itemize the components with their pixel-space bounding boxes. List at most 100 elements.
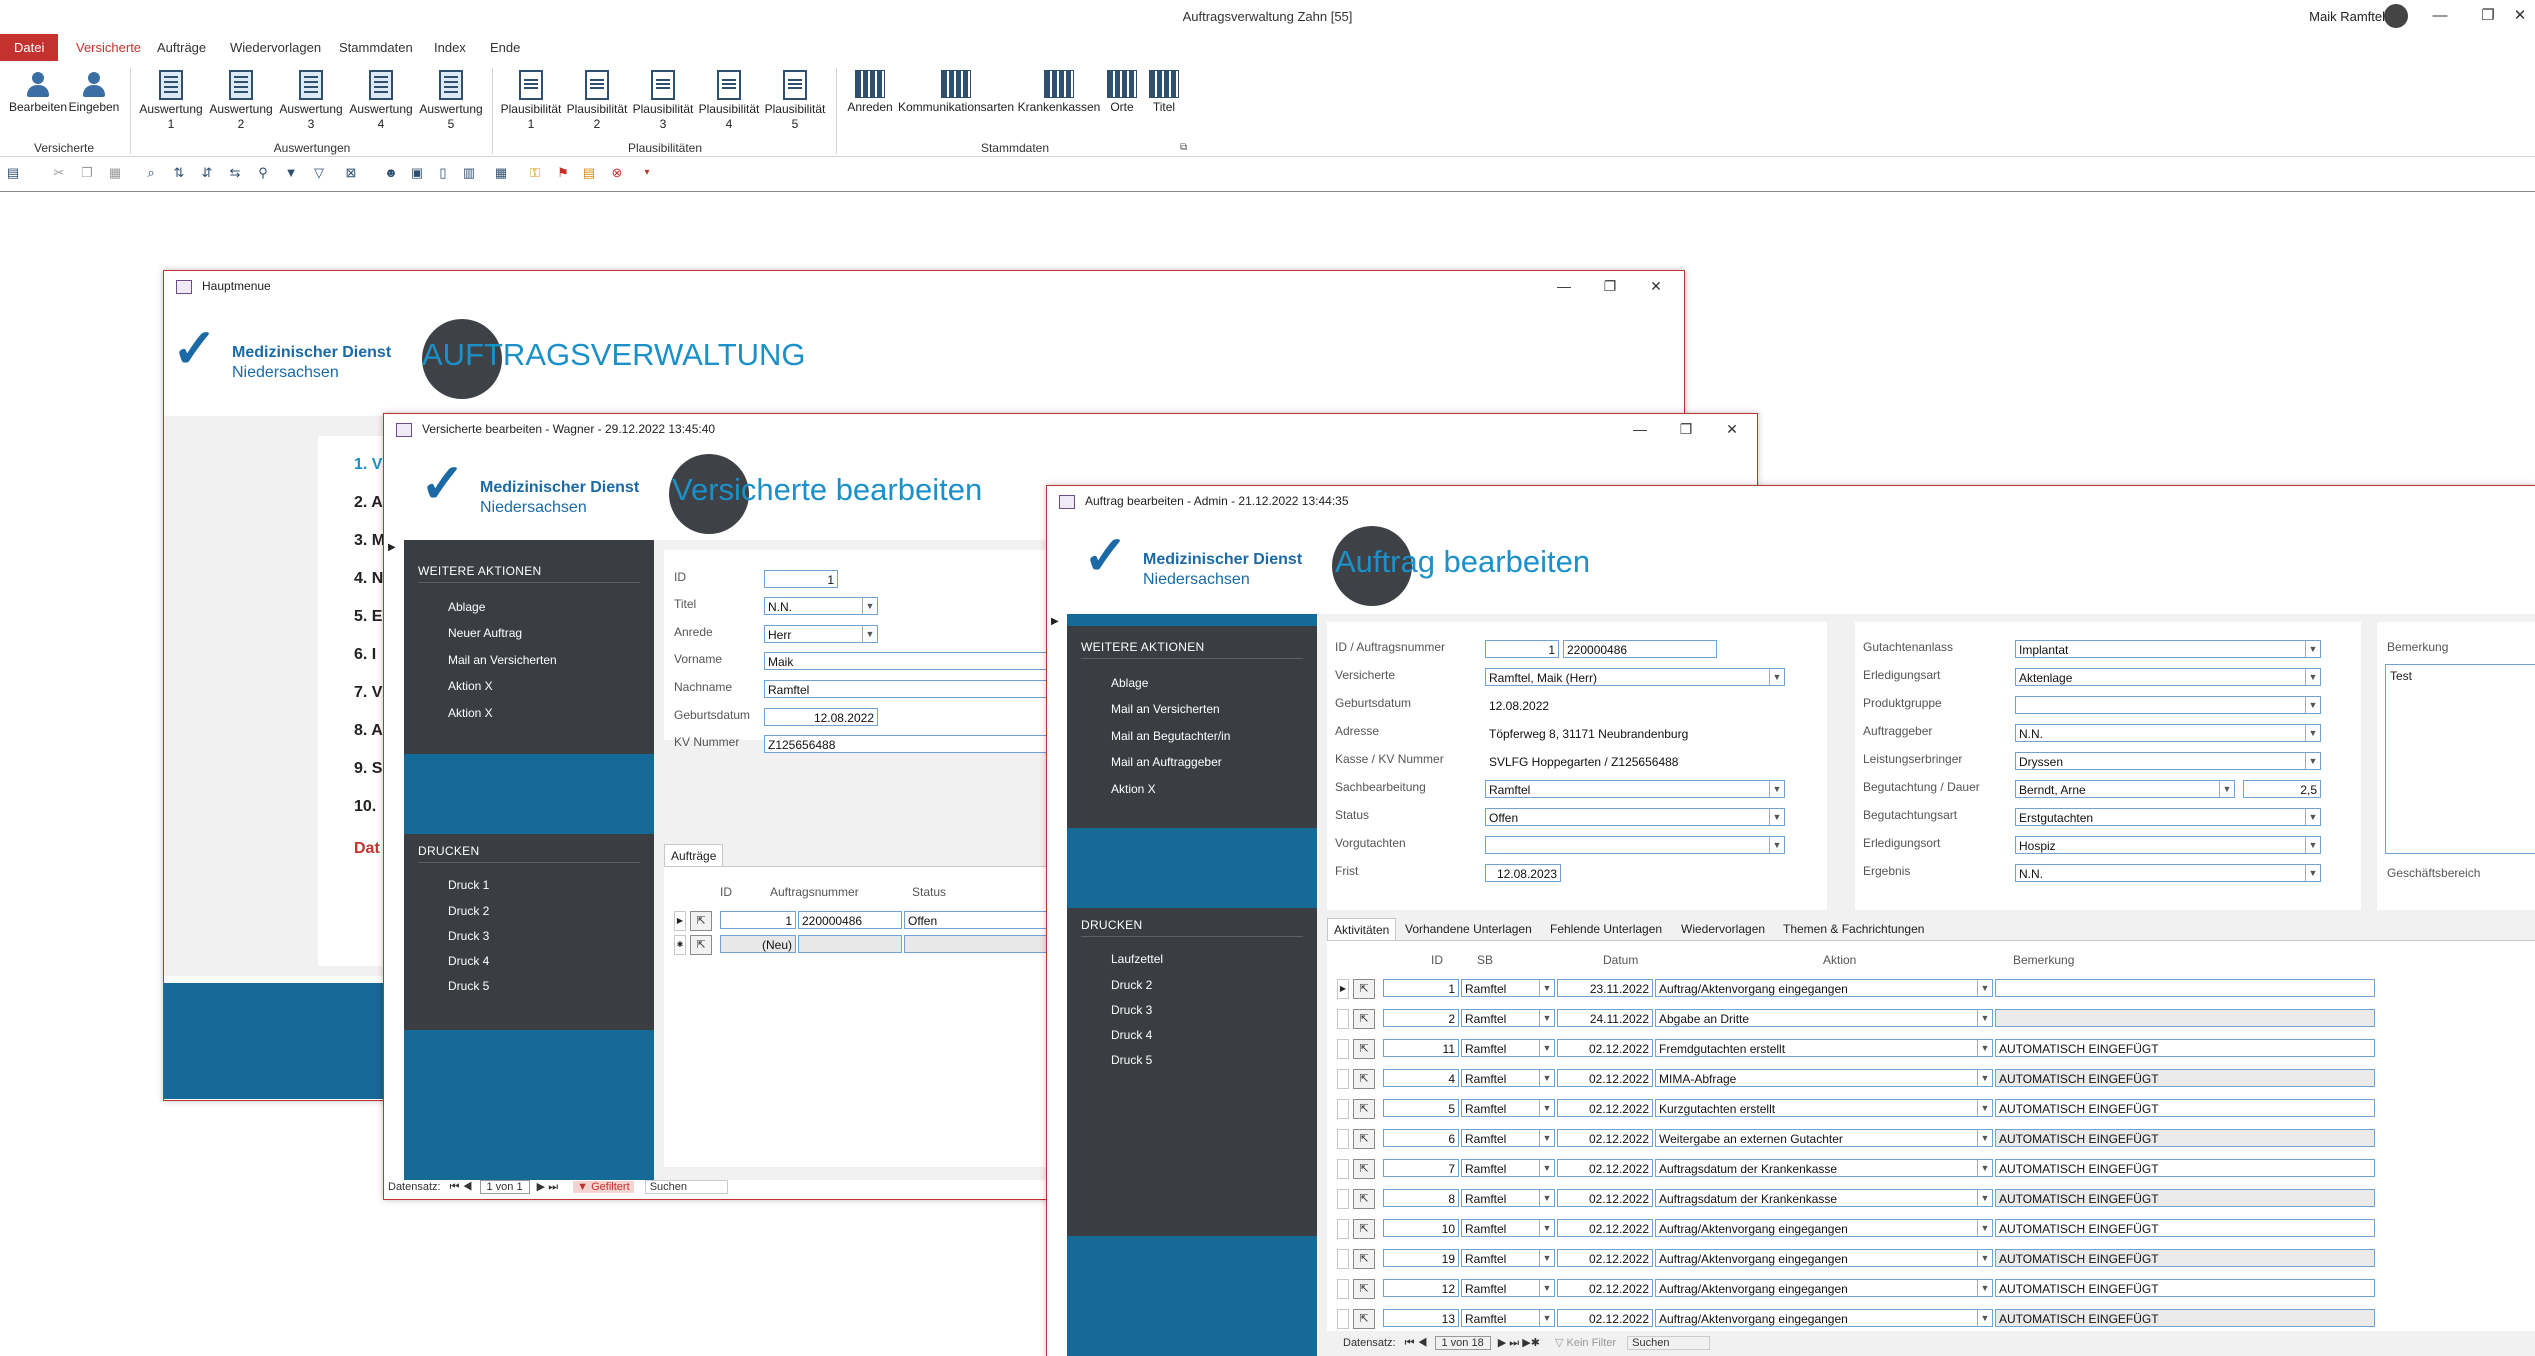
row-bemerkung[interactable]: AUTOMATISCH EINGEFÜGT (1995, 1309, 2375, 1327)
menu-item-3[interactable]: 3. M (354, 532, 385, 550)
chevron-down-icon[interactable]: ▼ (1539, 1310, 1554, 1326)
grid-icon[interactable]: ▦ (494, 166, 508, 180)
row-bemerkung[interactable]: AUTOMATISCH EINGEFÜGT (1995, 1039, 2375, 1057)
chevron-down-icon[interactable]: ▼ (862, 598, 877, 614)
row-aktion[interactable]: MIMA-Abfrage ▼ (1655, 1069, 1993, 1087)
users-small-icon[interactable]: ☻ (384, 166, 398, 180)
row-selector[interactable] (1337, 1189, 1349, 1209)
menu-item-1[interactable]: 1. V (354, 456, 382, 474)
report-small-icon[interactable]: ▤ (582, 166, 596, 180)
auswertung-3-button[interactable]: Auswertung 3 (276, 70, 346, 132)
chevron-down-icon[interactable]: ▼ (2305, 669, 2320, 685)
menu-item-9[interactable]: 9. S (354, 760, 382, 778)
filter-selection-icon[interactable]: ⚲ (256, 166, 270, 180)
row-id[interactable]: 4 (1383, 1069, 1459, 1087)
record-position[interactable]: 1 von 18 (1434, 1336, 1491, 1350)
chevron-down-icon[interactable]: ▼ (1977, 1010, 1992, 1026)
row-sb[interactable]: Ramftel ▼ (1461, 979, 1555, 997)
chevron-down-icon[interactable]: ▼ (1539, 980, 1554, 996)
sidebar-item-aktion-x[interactable]: Aktion X (1111, 782, 1156, 796)
plausi-4-button[interactable]: Plausibilität 4 (696, 70, 762, 132)
filter-status[interactable]: ▽ Kein Filter (1555, 1337, 1616, 1349)
tab-datei[interactable]: Datei (0, 34, 59, 61)
leistungserbringer-select[interactable]: Dryssen ▼ (2015, 752, 2321, 770)
row-datum[interactable]: 02.12.2022 (1557, 1189, 1653, 1207)
row-sb[interactable]: Ramftel ▼ (1461, 1219, 1555, 1237)
chevron-down-icon[interactable]: ▼ (1977, 1250, 1992, 1266)
open-record-icon[interactable]: ⇱ (1353, 1309, 1375, 1329)
row-aktion[interactable]: Auftrag/Aktenvorgang eingegangen ▼ (1655, 979, 1993, 997)
row-new-status[interactable] (904, 935, 1054, 953)
record-position[interactable]: 1 von 1 (479, 1180, 530, 1194)
chevron-down-icon[interactable]: ▼ (1539, 1010, 1554, 1026)
titel-select[interactable]: N.N. ▼ (764, 597, 878, 615)
chevron-down-icon[interactable]: ▼ (1977, 1160, 1992, 1176)
row-aktion[interactable]: Fremdgutachten erstellt ▼ (1655, 1039, 1993, 1057)
versicherte-select[interactable]: Ramftel, Maik (Herr) ▼ (1485, 668, 1785, 686)
produktgruppe-select[interactable]: ▼ (2015, 696, 2321, 714)
chevron-down-icon[interactable]: ▼ (862, 626, 877, 642)
minimize-button[interactable]: — (2420, 4, 2460, 28)
open-record-icon[interactable]: ⇱ (1353, 1249, 1375, 1269)
menu-item-4[interactable]: 4. N (354, 570, 383, 588)
open-record-icon[interactable]: ⇱ (1353, 979, 1375, 999)
gutachtenanlass-select[interactable]: Implantat ▼ (2015, 640, 2321, 658)
anreden-button[interactable]: Anreden (842, 70, 898, 115)
row-aktion[interactable]: Auftrag/Aktenvorgang eingegangen ▼ (1655, 1219, 1993, 1237)
auswertung-2-button[interactable]: Auswertung 2 (206, 70, 276, 132)
sidebar-item-aktion-x[interactable]: Aktion X (448, 706, 493, 720)
plausi-2-button[interactable]: Plausibilität 2 (564, 70, 630, 132)
row-new-auftragsnummer[interactable] (798, 935, 902, 953)
tab-themen-fachrichtungen[interactable]: Themen & Fachrichtungen (1777, 918, 1930, 940)
sidebar-item-ablage[interactable]: Ablage (448, 600, 485, 614)
row-selector[interactable]: ▶ (1337, 979, 1349, 999)
plausi-3-button[interactable]: Plausibilität 3 (630, 70, 696, 132)
search-input[interactable]: Suchen (1627, 1336, 1711, 1350)
auftragsnummer-field[interactable]: 220000486 (1563, 640, 1717, 658)
chevron-down-icon[interactable]: ▼ (2305, 837, 2320, 853)
row-bemerkung[interactable]: AUTOMATISCH EINGEFÜGT (1995, 1069, 2375, 1087)
row-sb[interactable]: Ramftel ▼ (1461, 1099, 1555, 1117)
tab-wiedervorlagen[interactable]: Wiedervorlagen (1675, 918, 1771, 940)
dialog-launcher-icon[interactable]: ⧉ (1180, 142, 1187, 153)
sidebar-item-druck-2[interactable]: Druck 2 (1111, 978, 1152, 992)
eingeben-button[interactable]: Eingeben (66, 70, 122, 115)
row-aktion[interactable]: Weitergabe an externen Gutachter ▼ (1655, 1129, 1993, 1147)
cut-icon[interactable]: ✂ (52, 166, 66, 180)
menu-item-date[interactable]: Dat (354, 840, 380, 858)
new-row-selector[interactable]: ✱ (674, 935, 686, 955)
sidebar-item-druck-2[interactable]: Druck 2 (448, 904, 489, 918)
row-datum[interactable]: 02.12.2022 (1557, 1309, 1653, 1327)
chevron-down-icon[interactable]: ▼ (2305, 865, 2320, 881)
tab-versicherte[interactable]: Versicherte (62, 34, 155, 61)
open-record-icon[interactable]: ⇱ (1353, 1159, 1375, 1179)
chevron-down-icon[interactable]: ▼ (1539, 1190, 1554, 1206)
row-sb[interactable]: Ramftel ▼ (1461, 1129, 1555, 1147)
row-bemerkung[interactable]: AUTOMATISCH EINGEFÜGT (1995, 1219, 2375, 1237)
remove-sort-icon[interactable]: ⇆ (228, 166, 242, 180)
begutachtung-select[interactable]: Berndt, Arne ▼ (2015, 780, 2235, 798)
sort-descending-icon[interactable]: ⇵ (200, 166, 214, 180)
tab-auftraege[interactable]: Aufträge (143, 34, 220, 61)
row-sb[interactable]: Ramftel ▼ (1461, 1009, 1555, 1027)
row-id[interactable]: 11 (1383, 1039, 1459, 1057)
row-selector[interactable] (1337, 1069, 1349, 1089)
row-aktion[interactable]: Auftrag/Aktenvorgang eingegangen ▼ (1655, 1309, 1993, 1327)
chevron-down-icon[interactable]: ▼ (2305, 725, 2320, 741)
open-record-icon[interactable]: ⇱ (1353, 1189, 1375, 1209)
ergebnis-select[interactable]: N.N. ▼ (2015, 864, 2321, 882)
next-record-icon[interactable]: ▶ (1498, 1337, 1506, 1349)
sidebar-item-druck-3[interactable]: Druck 3 (1111, 1003, 1152, 1017)
chevron-down-icon[interactable]: ▼ (2305, 697, 2320, 713)
kommunikationsarten-button[interactable]: Kommunikationsarten (896, 70, 1016, 115)
row-sb[interactable]: Ramftel ▼ (1461, 1309, 1555, 1327)
vorgutachten-select[interactable]: ▼ (1485, 836, 1785, 854)
plausi-1-button[interactable]: Plausibilität 1 (498, 70, 564, 132)
row-aktion[interactable]: Auftragsdatum der Krankenkasse ▼ (1655, 1189, 1993, 1207)
first-record-icon[interactable]: ⏮ (1405, 1337, 1415, 1349)
prev-record-icon[interactable]: ◀ (1418, 1337, 1428, 1349)
menu-item-8[interactable]: 8. A (354, 722, 383, 740)
row-selector[interactable] (1337, 1249, 1349, 1269)
lock-icon[interactable]: ⚿ (528, 166, 542, 180)
last-record-icon[interactable]: ⏭ (1509, 1337, 1519, 1349)
